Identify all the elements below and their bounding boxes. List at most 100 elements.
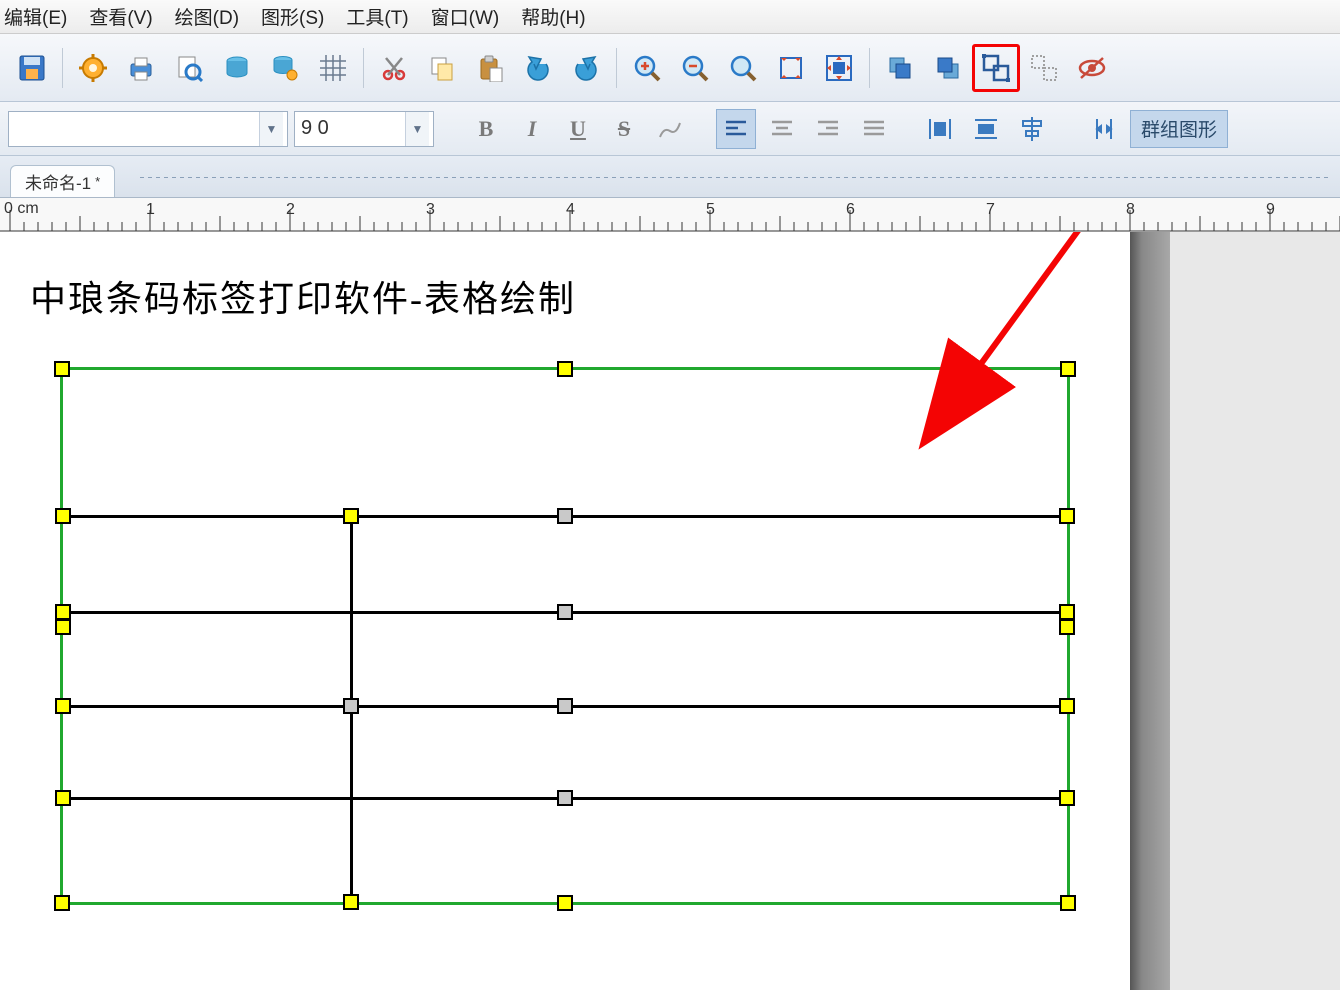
- settings-button[interactable]: [69, 44, 117, 92]
- outer-rectangle[interactable]: [60, 367, 1070, 905]
- strikethrough-button[interactable]: S: [604, 109, 644, 149]
- align-right-button[interactable]: [808, 109, 848, 149]
- fit-page-icon: [777, 54, 805, 82]
- vl-mid[interactable]: [343, 698, 359, 714]
- redo-button[interactable]: [562, 44, 610, 92]
- align-objects-icon: [1019, 117, 1045, 141]
- menu-draw[interactable]: 绘图(D): [175, 3, 239, 30]
- menu-window[interactable]: 窗口(W): [431, 3, 500, 30]
- hl4-mid[interactable]: [557, 790, 573, 806]
- hl2-left[interactable]: [55, 604, 71, 620]
- underline-button[interactable]: U: [558, 109, 598, 149]
- hl2-right-b[interactable]: [1059, 619, 1075, 635]
- spacing-button[interactable]: [1084, 109, 1124, 149]
- bold-button[interactable]: B: [466, 109, 506, 149]
- hl4-right[interactable]: [1059, 790, 1075, 806]
- hl2-mid[interactable]: [557, 604, 573, 620]
- hl4-left[interactable]: [55, 790, 71, 806]
- hl3-left[interactable]: [55, 698, 71, 714]
- handle-bl[interactable]: [54, 895, 70, 911]
- database-icon: [223, 54, 251, 82]
- handle-bm[interactable]: [557, 895, 573, 911]
- menubar: 编辑(E) 查看(V) 绘图(D) 图形(S) 工具(T) 窗口(W) 帮助(H…: [0, 0, 1340, 34]
- distribute-h-button[interactable]: [920, 109, 960, 149]
- group-button[interactable]: [972, 44, 1020, 92]
- align-justify-button[interactable]: [854, 109, 894, 149]
- ungroup-icon: [1029, 53, 1059, 83]
- menu-edit[interactable]: 编辑(E): [4, 3, 67, 30]
- save-button[interactable]: [8, 44, 56, 92]
- zoom-out-icon: [681, 54, 709, 82]
- font-size-input[interactable]: [295, 112, 405, 146]
- print-button[interactable]: [117, 44, 165, 92]
- undo-button[interactable]: [514, 44, 562, 92]
- fit-window-button[interactable]: [815, 44, 863, 92]
- grid-button[interactable]: [309, 44, 357, 92]
- svg-text:6: 6: [846, 201, 855, 218]
- font-family-input[interactable]: [9, 112, 259, 146]
- distribute-v-button[interactable]: [966, 109, 1006, 149]
- zoom-button[interactable]: [719, 44, 767, 92]
- paste-button[interactable]: [466, 44, 514, 92]
- distribute-v-icon: [973, 117, 999, 141]
- hl3-right[interactable]: [1059, 698, 1075, 714]
- hl3-mid[interactable]: [557, 698, 573, 714]
- align-objects-button[interactable]: [1012, 109, 1052, 149]
- align-center-icon: [770, 119, 794, 139]
- database-button[interactable]: [213, 44, 261, 92]
- cut-icon: [380, 54, 408, 82]
- hl1-left[interactable]: [55, 508, 71, 524]
- svg-text:8: 8: [1126, 201, 1135, 218]
- database-setup-button[interactable]: [261, 44, 309, 92]
- text-style-button[interactable]: [650, 109, 690, 149]
- page-title-text[interactable]: 中琅条码标签打印软件-表格绘制: [30, 270, 576, 322]
- vl-top[interactable]: [343, 508, 359, 524]
- tab-document-1[interactable]: 未命名-1 *: [10, 165, 115, 197]
- chevron-down-icon[interactable]: ▼: [405, 112, 429, 146]
- handle-tl[interactable]: [54, 361, 70, 377]
- chevron-down-icon[interactable]: ▼: [259, 112, 283, 146]
- database-gear-icon: [271, 54, 299, 82]
- copy-button[interactable]: [418, 44, 466, 92]
- main-toolbar: [0, 34, 1340, 102]
- handle-br[interactable]: [1060, 895, 1076, 911]
- hl1-mid[interactable]: [557, 508, 573, 524]
- visibility-button[interactable]: [1068, 44, 1116, 92]
- menu-tool[interactable]: 工具(T): [346, 3, 408, 30]
- ungroup-button[interactable]: [1020, 44, 1068, 92]
- vl-bot[interactable]: [343, 894, 359, 910]
- cut-button[interactable]: [370, 44, 418, 92]
- fit-page-button[interactable]: [767, 44, 815, 92]
- save-icon: [18, 54, 46, 82]
- hl1-right[interactable]: [1059, 508, 1075, 524]
- send-back-button[interactable]: [924, 44, 972, 92]
- align-right-icon: [816, 119, 840, 139]
- hl2-left-b[interactable]: [55, 619, 71, 635]
- handle-tm[interactable]: [557, 361, 573, 377]
- spacing-icon: [1091, 117, 1117, 141]
- align-left-button[interactable]: [716, 109, 756, 149]
- table-graphic[interactable]: [60, 367, 1070, 905]
- hl2-right[interactable]: [1059, 604, 1075, 620]
- group-shapes-label[interactable]: 群组图形: [1130, 110, 1228, 148]
- zoom-in-button[interactable]: [623, 44, 671, 92]
- menu-help[interactable]: 帮助(H): [521, 3, 585, 30]
- zoom-out-button[interactable]: [671, 44, 719, 92]
- menu-shape[interactable]: 图形(S): [261, 3, 324, 30]
- align-center-button[interactable]: [762, 109, 802, 149]
- svg-text:5: 5: [706, 201, 715, 218]
- handle-tr[interactable]: [1060, 361, 1076, 377]
- bring-front-button[interactable]: [876, 44, 924, 92]
- gear-icon: [79, 54, 107, 82]
- distribute-h-icon: [927, 117, 953, 141]
- font-size-combo[interactable]: ▼: [294, 111, 434, 147]
- menu-view[interactable]: 查看(V): [89, 3, 152, 30]
- page[interactable]: 中琅条码标签打印软件-表格绘制: [0, 232, 1130, 990]
- zoom-icon: [729, 54, 757, 82]
- zoom-in-icon: [633, 54, 661, 82]
- canvas-area[interactable]: 中琅条码标签打印软件-表格绘制: [0, 232, 1340, 990]
- italic-button[interactable]: I: [512, 109, 552, 149]
- print-preview-button[interactable]: [165, 44, 213, 92]
- font-family-combo[interactable]: ▼: [8, 111, 288, 147]
- svg-text:3: 3: [426, 201, 435, 218]
